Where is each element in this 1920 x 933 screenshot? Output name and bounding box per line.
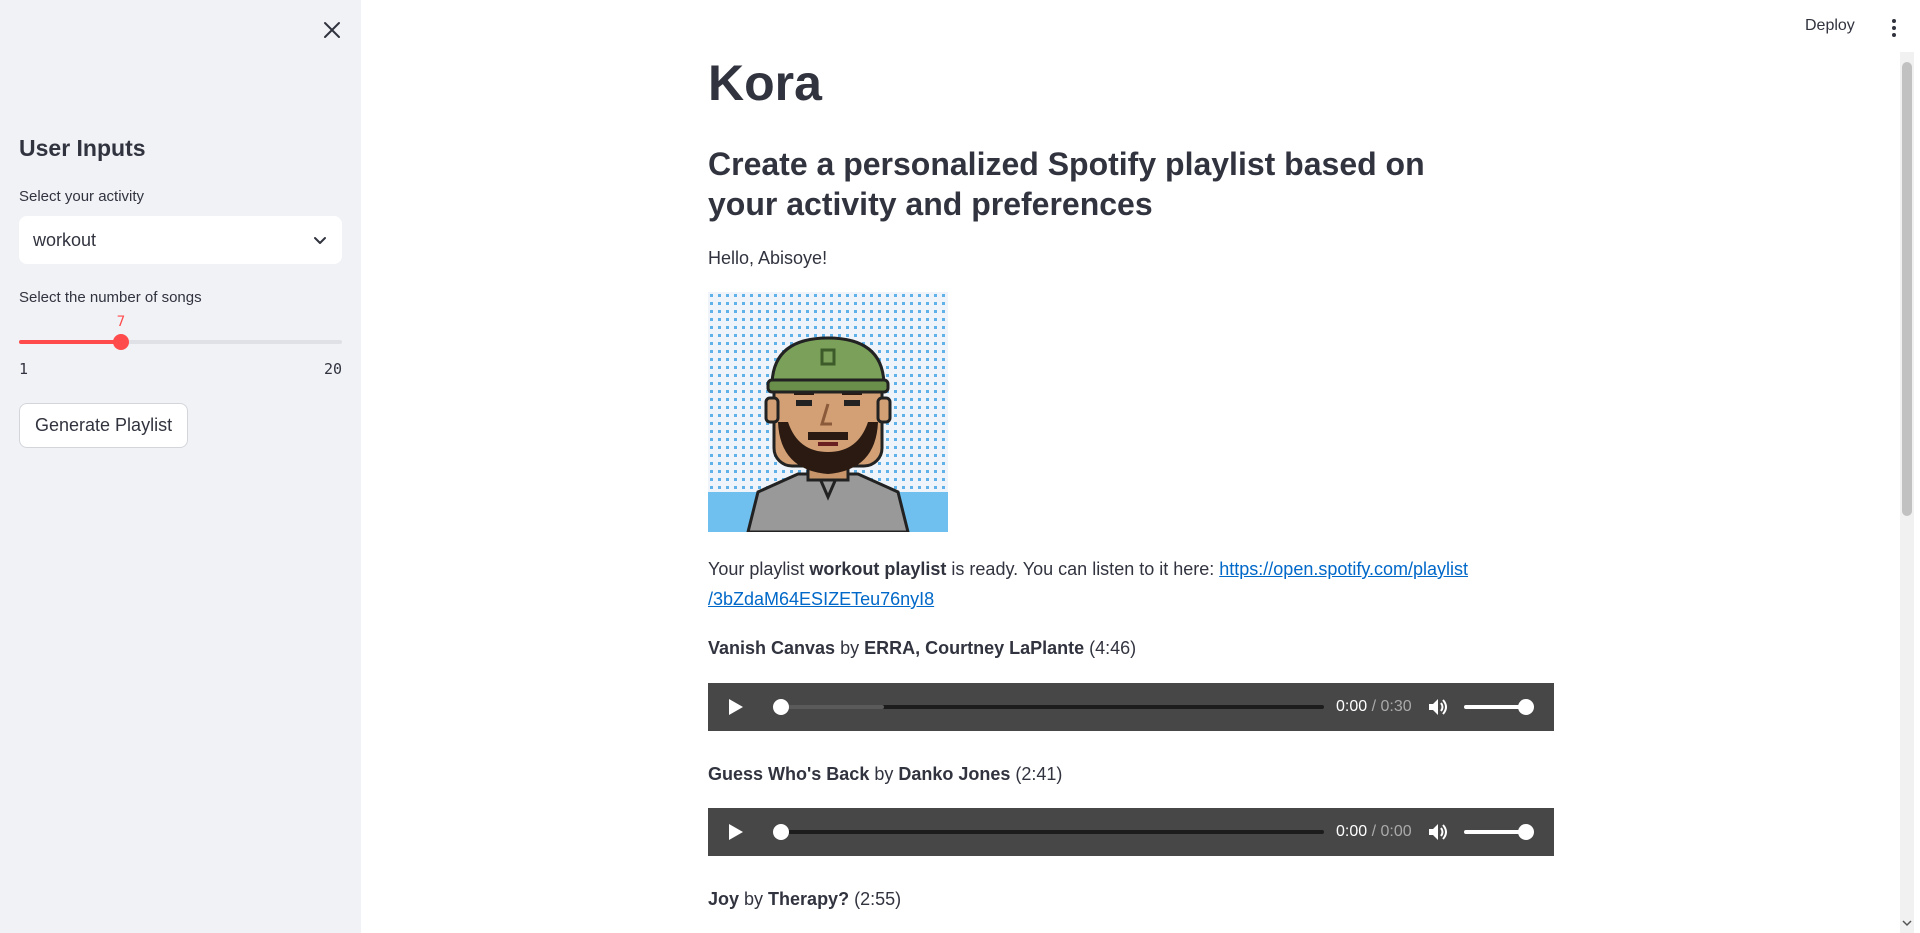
generate-playlist-button[interactable]: Generate Playlist xyxy=(19,403,189,448)
close-icon xyxy=(324,22,340,38)
songs-slider-thumb[interactable] xyxy=(113,334,129,350)
kebab-menu-icon[interactable] xyxy=(1886,17,1902,39)
track-name: Guess Who's Back xyxy=(708,764,870,784)
volume-slider[interactable] xyxy=(1463,699,1534,715)
volume-slider[interactable] xyxy=(1463,824,1534,840)
activity-select[interactable]: workout xyxy=(19,216,342,264)
pixel-avatar xyxy=(708,292,948,532)
volume-icon xyxy=(1428,699,1447,715)
mute-button[interactable] xyxy=(1428,695,1452,719)
sidebar: User Inputs Select your activity workout… xyxy=(0,0,361,933)
track-artist: Danko Jones xyxy=(898,764,1011,784)
scrollbar-thumb[interactable] xyxy=(1902,62,1912,516)
volume-thumb[interactable] xyxy=(1517,824,1534,840)
mute-button[interactable] xyxy=(1428,820,1452,844)
volume-thumb[interactable] xyxy=(1517,699,1534,715)
seek-thumb[interactable] xyxy=(773,699,789,715)
track-duration: (4:46) xyxy=(1084,638,1137,658)
chevron-down-icon xyxy=(314,237,326,244)
volume-icon xyxy=(1428,824,1447,840)
page-scrollbar[interactable] xyxy=(1900,52,1914,933)
track-artist: ERRA, Courtney LaPlante xyxy=(864,638,1085,658)
track-name: Vanish Canvas xyxy=(708,638,836,658)
time-display: 0:00 / 0:30 xyxy=(1336,698,1412,715)
track-name: Joy xyxy=(708,889,740,909)
track-title: Vanish Canvas by ERRA, Courtney LaPlante… xyxy=(708,638,1137,658)
songs-slider-track[interactable] xyxy=(19,334,342,350)
seek-bar[interactable] xyxy=(773,699,1324,715)
playlist-name: workout playlist xyxy=(809,559,947,579)
time-display: 0:00 / 0:00 xyxy=(1336,823,1412,840)
greeting-text: Hello, Abisoye! xyxy=(708,248,828,268)
play-icon xyxy=(729,824,743,840)
audio-player: 0:00 / 0:30 xyxy=(708,683,1554,731)
play-button[interactable] xyxy=(728,695,752,719)
seek-bar[interactable] xyxy=(773,824,1324,840)
page-subtitle: Create a personalized Spotify playlist b… xyxy=(708,146,1425,222)
activity-select-value: workout xyxy=(33,229,97,250)
page-title: Kora xyxy=(708,55,822,111)
activity-label: Select your activity xyxy=(19,188,145,205)
deploy-button[interactable]: Deploy xyxy=(1805,17,1855,35)
sidebar-title: User Inputs xyxy=(19,135,146,161)
playlist-ready-message: Your playlist workout playlist is ready.… xyxy=(708,559,1469,609)
songs-slider-fill xyxy=(19,340,121,344)
play-button[interactable] xyxy=(728,820,752,844)
close-sidebar-button[interactable] xyxy=(318,16,346,44)
audio-player: 0:00 / 0:00 xyxy=(708,808,1554,856)
songs-label: Select the number of songs xyxy=(19,289,202,306)
songs-slider-min: 1 xyxy=(19,360,29,378)
songs-slider-max: 20 xyxy=(323,360,342,378)
buffered-bar xyxy=(774,705,884,709)
track-duration: (2:55) xyxy=(849,889,902,909)
track-duration: (2:41) xyxy=(1010,764,1063,784)
play-icon xyxy=(729,699,743,715)
scroll-down-icon[interactable] xyxy=(1902,918,1912,928)
track-title: Joy by Therapy? (2:55) xyxy=(708,889,902,909)
track-artist: Therapy? xyxy=(768,889,850,909)
seek-thumb[interactable] xyxy=(773,824,789,840)
track-title: Guess Who's Back by Danko Jones (2:41) xyxy=(708,764,1063,784)
songs-slider-value: 7 xyxy=(116,314,126,330)
